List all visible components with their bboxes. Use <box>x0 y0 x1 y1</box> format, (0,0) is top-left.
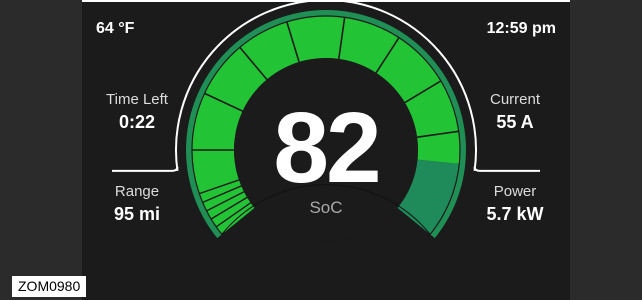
state-of-charge-value: 82 <box>273 92 381 204</box>
power-value: 5.7 kW <box>486 204 544 224</box>
left-bezel <box>0 0 82 300</box>
clock-time: 12:59 pm <box>486 20 556 37</box>
current-label: Current <box>489 91 541 108</box>
power-label: Power <box>493 183 537 200</box>
gauge-right-line <box>473 166 540 172</box>
range-label: Range <box>114 183 160 200</box>
right-bezel <box>570 0 642 300</box>
gauge-left-line <box>112 166 179 172</box>
state-of-charge-label: SoC <box>309 198 343 217</box>
outside-temperature: 64 °F <box>96 20 135 37</box>
range-value: 95 mi <box>113 204 161 224</box>
current-value: 55 A <box>496 112 534 132</box>
time-left-value: 0:22 <box>118 112 156 132</box>
time-left-label: Time Left <box>106 91 168 108</box>
figure-id-tag: ZOM0980 <box>12 276 87 297</box>
charge-display-screen: 64 °F 12:59 pm Time Left 0:22 Range 95 m… <box>82 2 570 300</box>
